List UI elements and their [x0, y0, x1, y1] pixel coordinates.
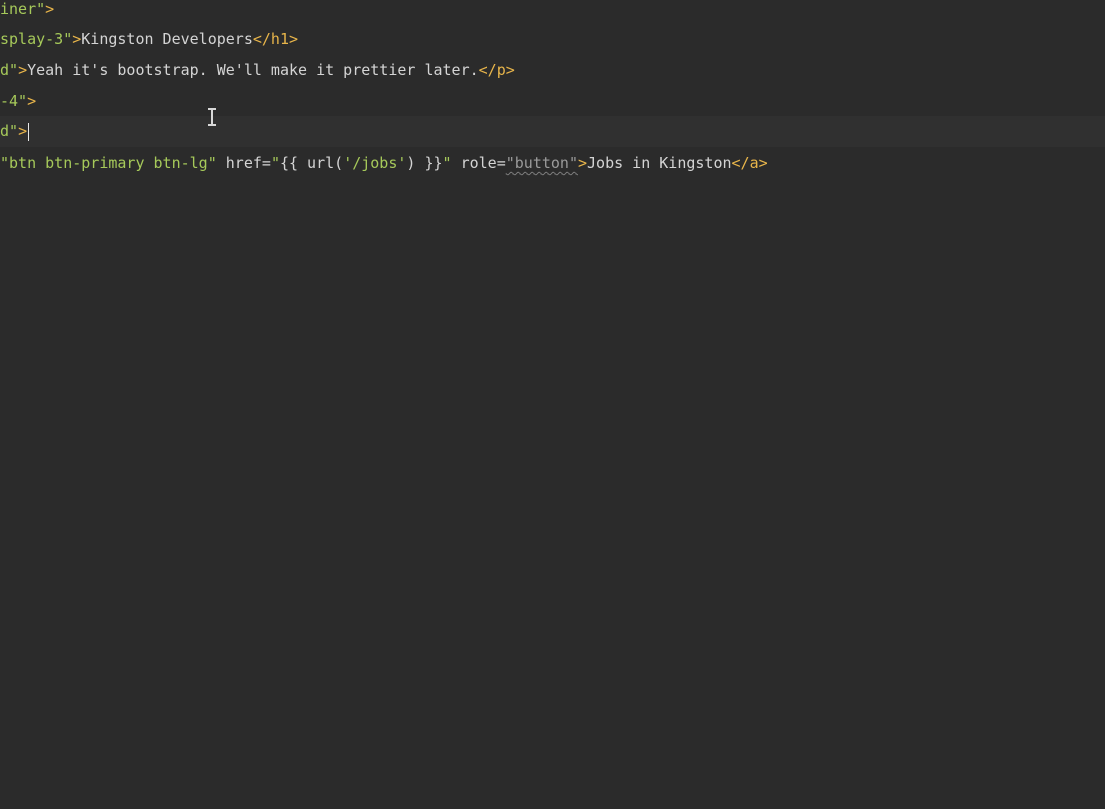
- href-attr-token: href=: [216, 154, 271, 172]
- tag-token: >: [45, 0, 55, 18]
- string-token: d": [0, 61, 19, 79]
- code-line-1: iner">: [0, 0, 1105, 25]
- text-token: Jobs in Kingston: [587, 154, 732, 172]
- end-tag-token: </h1>: [252, 30, 299, 48]
- string-token: d": [0, 122, 19, 140]
- quote-token: ": [442, 154, 452, 172]
- url-arg-token: '/jobs': [343, 154, 407, 172]
- class-string-token: "btn btn-primary btn-lg": [0, 154, 217, 172]
- text-token: Yeah it's bootstrap. We'll make it prett…: [27, 61, 479, 79]
- code-line-2: splay-3">Kingston Developers</h1>: [0, 24, 1105, 55]
- code-line-3: d">Yeah it's bootstrap. We'll make it pr…: [0, 55, 1105, 86]
- end-tag-token: </a>: [731, 154, 768, 172]
- end-tag-token: </p>: [478, 61, 515, 79]
- tag-token: >: [27, 92, 37, 110]
- tag-token: >: [72, 30, 82, 48]
- text-token: Kingston Developers: [81, 30, 253, 48]
- blade-close-token: ) }}: [406, 154, 443, 172]
- string-token: splay-3": [0, 30, 73, 48]
- string-token: iner": [0, 0, 46, 18]
- string-token: -4": [0, 92, 28, 110]
- code-line-4: -4">: [0, 86, 1105, 117]
- text-caret: [28, 122, 30, 141]
- tag-token: >: [578, 154, 588, 172]
- code-editor[interactable]: iner"> splay-3">Kingston Developers</h1>…: [0, 0, 1105, 809]
- role-attr-token: role=: [451, 154, 506, 172]
- code-line-6: "btn btn-primary btn-lg" href="{{ url('/…: [0, 148, 1105, 179]
- mouse-ibeam-cursor-icon: [207, 108, 217, 126]
- code-line-5-current: d">: [0, 116, 1105, 147]
- tag-token: >: [18, 122, 28, 140]
- role-value-token: "button": [505, 154, 578, 172]
- quote-token: ": [270, 154, 280, 172]
- tag-token: >: [18, 61, 28, 79]
- blade-open-token: {{ url(: [279, 154, 344, 172]
